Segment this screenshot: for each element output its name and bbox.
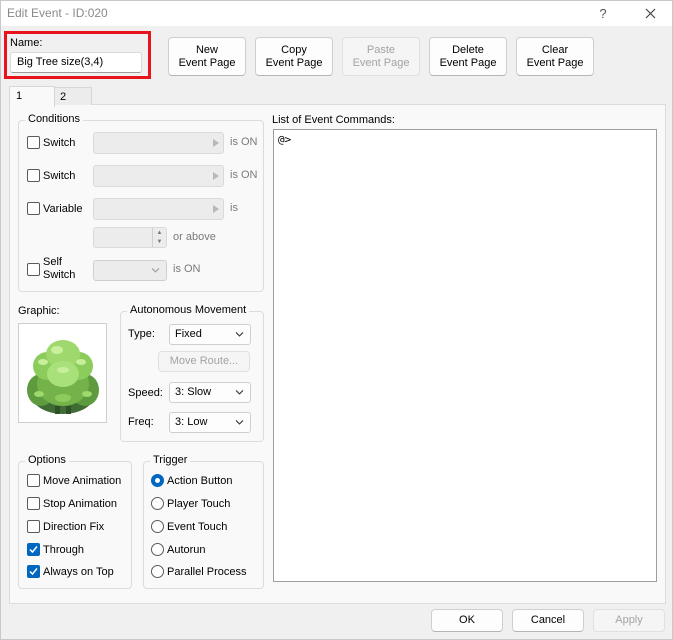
condition-switch1-suffix: is ON bbox=[230, 136, 258, 148]
graphic-label: Graphic: bbox=[18, 305, 60, 317]
speed-label: Speed: bbox=[128, 387, 163, 399]
trigger-title: Trigger bbox=[150, 454, 191, 466]
trigger-autorun-radio[interactable]: Autorun bbox=[151, 543, 206, 556]
checkmark-icon bbox=[29, 546, 38, 554]
condition-variable-label: Variable bbox=[43, 202, 83, 215]
ok-button[interactable]: OK bbox=[431, 609, 503, 632]
condition-switch1-checkbox[interactable]: Switch bbox=[27, 136, 75, 149]
trigger-action-button-radio[interactable]: Action Button bbox=[151, 474, 232, 487]
triangle-right-icon bbox=[213, 205, 219, 213]
condition-switch1-label: Switch bbox=[43, 136, 76, 149]
apply-button[interactable]: Apply bbox=[593, 609, 665, 632]
trigger-label: Action Button bbox=[167, 474, 233, 487]
movement-speed-select[interactable]: 3: Slow bbox=[169, 382, 251, 403]
checkbox-box[interactable] bbox=[27, 262, 40, 276]
freq-label: Freq: bbox=[128, 416, 154, 428]
chevron-down-icon bbox=[235, 331, 244, 337]
condition-self-switch-checkbox[interactable]: Self Switch bbox=[27, 256, 75, 282]
triangle-right-icon bbox=[213, 139, 219, 147]
checkbox-box[interactable] bbox=[27, 497, 40, 510]
condition-switch1-field[interactable] bbox=[93, 132, 224, 154]
condition-variable-suffix: is bbox=[230, 202, 238, 214]
radio-dot[interactable] bbox=[151, 543, 164, 556]
tab-page-1[interactable]: 1 bbox=[9, 86, 55, 107]
autonomous-movement-title: Autonomous Movement bbox=[127, 304, 250, 316]
condition-variable-field[interactable] bbox=[93, 198, 224, 220]
option-through-checkbox[interactable]: Through bbox=[27, 543, 84, 556]
option-move-animation-checkbox[interactable]: Move Animation bbox=[27, 474, 121, 487]
option-always-on-top-checkbox[interactable]: Always on Top bbox=[27, 565, 114, 578]
edit-event-dialog: Edit Event - ID:020 ? Name: Big Tree siz… bbox=[0, 0, 673, 640]
trigger-label: Event Touch bbox=[167, 520, 228, 533]
checkbox-box[interactable] bbox=[27, 565, 40, 578]
checkbox-box[interactable] bbox=[27, 543, 40, 556]
clear-event-page-button[interactable]: Clear Event Page bbox=[516, 37, 594, 76]
movement-type-select[interactable]: Fixed bbox=[169, 324, 251, 345]
option-label: Always on Top bbox=[43, 565, 114, 578]
name-input[interactable]: Big Tree size(3,4) bbox=[10, 52, 142, 73]
condition-self-switch-label: Self Switch bbox=[43, 256, 76, 281]
checkbox-box[interactable] bbox=[27, 136, 40, 149]
condition-switch2-label: Switch bbox=[43, 169, 76, 182]
self-switch-select[interactable] bbox=[93, 260, 167, 281]
option-label: Move Animation bbox=[43, 474, 122, 487]
self-switch-suffix: is ON bbox=[173, 263, 201, 275]
checkmark-icon bbox=[29, 568, 38, 576]
radio-dot[interactable] bbox=[151, 565, 164, 578]
spin-up-icon[interactable]: ▲ bbox=[153, 228, 166, 238]
delete-event-page-button[interactable]: Delete Event Page bbox=[429, 37, 507, 76]
movement-freq-select[interactable]: 3: Low bbox=[169, 412, 251, 433]
title-bar: Edit Event - ID:020 ? bbox=[1, 1, 672, 26]
chevron-down-icon bbox=[151, 267, 160, 273]
window-title: Edit Event - ID:020 bbox=[7, 6, 108, 20]
condition-variable-checkbox[interactable]: Variable bbox=[27, 202, 83, 215]
chevron-down-icon bbox=[235, 389, 244, 395]
tab-page-2[interactable]: 2 bbox=[53, 87, 92, 105]
trigger-parallel-process-radio[interactable]: Parallel Process bbox=[151, 565, 246, 578]
option-label: Through bbox=[43, 543, 84, 556]
or-above-label: or above bbox=[173, 231, 216, 243]
name-label: Name: bbox=[10, 37, 43, 49]
option-label: Direction Fix bbox=[43, 520, 105, 533]
chevron-down-icon bbox=[235, 419, 244, 425]
option-label: Stop Animation bbox=[43, 497, 117, 510]
event-commands-label: List of Event Commands: bbox=[272, 114, 395, 126]
event-graphic[interactable] bbox=[18, 323, 107, 423]
copy-event-page-button[interactable]: Copy Event Page bbox=[255, 37, 333, 76]
condition-switch2-field[interactable] bbox=[93, 165, 224, 187]
conditions-title: Conditions bbox=[25, 113, 83, 125]
trigger-label: Parallel Process bbox=[167, 565, 247, 578]
trigger-label: Autorun bbox=[167, 543, 206, 556]
checkbox-box[interactable] bbox=[27, 169, 40, 182]
close-icon[interactable] bbox=[628, 1, 672, 26]
trigger-label: Player Touch bbox=[167, 497, 231, 510]
radio-dot[interactable] bbox=[151, 520, 164, 533]
option-stop-animation-checkbox[interactable]: Stop Animation bbox=[27, 497, 117, 510]
condition-switch2-suffix: is ON bbox=[230, 169, 258, 181]
trigger-event-touch-radio[interactable]: Event Touch bbox=[151, 520, 227, 533]
spin-down-icon[interactable]: ▼ bbox=[153, 238, 166, 248]
radio-dot[interactable] bbox=[151, 497, 164, 510]
event-command-line[interactable]: @> bbox=[278, 133, 291, 146]
option-direction-fix-checkbox[interactable]: Direction Fix bbox=[27, 520, 104, 533]
checkbox-box[interactable] bbox=[27, 474, 40, 487]
trigger-player-touch-radio[interactable]: Player Touch bbox=[151, 497, 230, 510]
move-route-button[interactable]: Move Route... bbox=[158, 351, 250, 372]
options-title: Options bbox=[25, 454, 69, 466]
cancel-button[interactable]: Cancel bbox=[512, 609, 584, 632]
event-commands-list[interactable]: @> bbox=[273, 129, 657, 582]
checkbox-box[interactable] bbox=[27, 520, 40, 533]
paste-event-page-button[interactable]: Paste Event Page bbox=[342, 37, 420, 76]
checkbox-box[interactable] bbox=[27, 202, 40, 215]
type-label: Type: bbox=[128, 328, 155, 340]
radio-dot[interactable] bbox=[151, 474, 164, 487]
big-tree-sprite-icon bbox=[27, 340, 99, 414]
condition-switch2-checkbox[interactable]: Switch bbox=[27, 169, 75, 182]
help-icon[interactable]: ? bbox=[581, 1, 625, 26]
new-event-page-button[interactable]: New Event Page bbox=[168, 37, 246, 76]
triangle-right-icon bbox=[213, 172, 219, 180]
condition-variable-value-spinner[interactable]: ▲ ▼ bbox=[93, 227, 167, 248]
